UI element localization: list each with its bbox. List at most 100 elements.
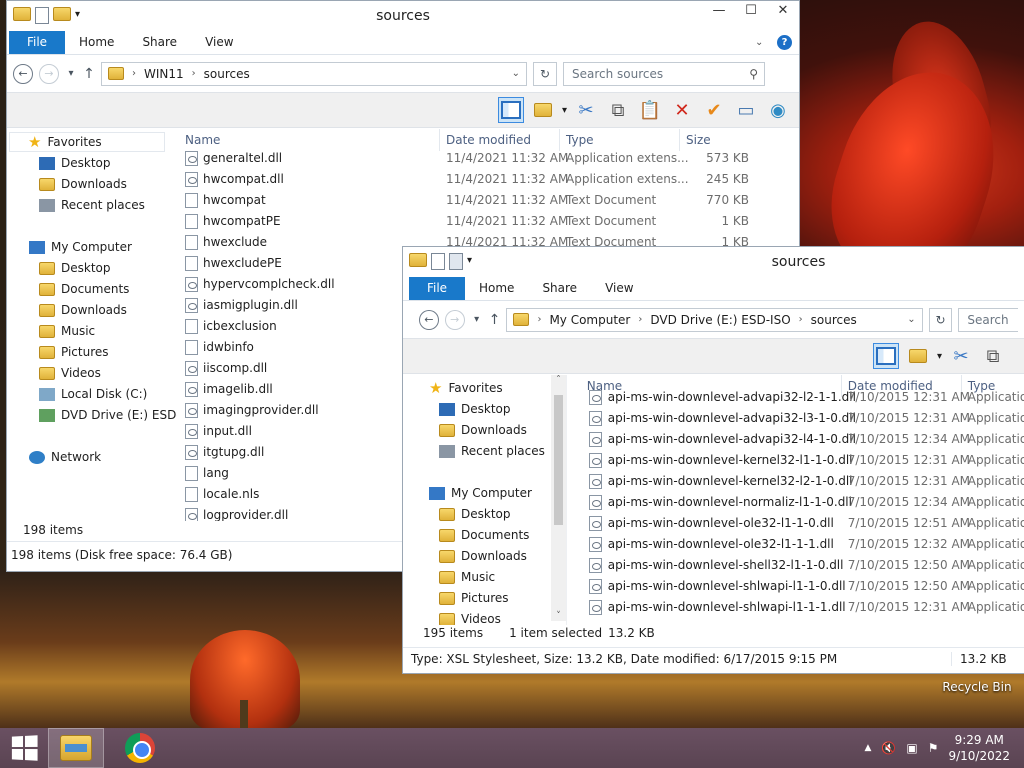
nav-downloads-2[interactable]: Downloads bbox=[439, 546, 527, 566]
preview-pane-button[interactable] bbox=[873, 343, 899, 369]
nav-my-computer[interactable]: My Computer bbox=[429, 483, 532, 503]
back-button[interactable]: ← bbox=[419, 309, 439, 330]
start-button[interactable] bbox=[0, 728, 48, 768]
nav-network[interactable]: Network bbox=[29, 447, 101, 467]
copy-icon[interactable]: ⧉ bbox=[605, 97, 631, 123]
nav-videos[interactable]: Videos bbox=[439, 609, 501, 625]
file-row[interactable]: api-ms-win-downlevel-ole32-l1-1-1.dll 7/1… bbox=[567, 534, 1024, 555]
breadcrumb-separator[interactable]: › bbox=[799, 314, 803, 325]
explorer-window-dvd[interactable]: ▾ sources File Home Share View ← → ▾ ↑ ›… bbox=[402, 246, 1024, 674]
back-button[interactable]: ← bbox=[13, 63, 33, 84]
tab-home[interactable]: Home bbox=[65, 31, 128, 54]
recent-locations-button[interactable]: ▾ bbox=[65, 68, 77, 79]
breadcrumb-my-computer[interactable]: My Computer bbox=[549, 313, 630, 327]
column-name[interactable]: Name bbox=[185, 133, 220, 147]
nav-downloads-2[interactable]: Downloads bbox=[39, 300, 127, 320]
tab-file[interactable]: File bbox=[9, 31, 65, 54]
checkmark-icon[interactable]: ✔ bbox=[701, 97, 727, 123]
rename-icon[interactable]: ▭ bbox=[733, 97, 759, 123]
new-folder-icon[interactable] bbox=[449, 253, 463, 270]
action-center-icon[interactable]: ⚑ bbox=[928, 741, 939, 755]
properties-icon[interactable] bbox=[431, 253, 445, 270]
move-to-button[interactable] bbox=[905, 343, 931, 369]
file-row[interactable]: hwcompat.dll 11/4/2021 11:32 AM Applicatio… bbox=[177, 169, 787, 190]
volume-muted-icon[interactable]: 🔇 bbox=[881, 741, 896, 755]
file-row[interactable]: api-ms-win-downlevel-ole32-l1-1-0.dll 7/1… bbox=[567, 513, 1024, 534]
nav-desktop[interactable]: Desktop bbox=[439, 399, 511, 419]
address-bar[interactable]: › My Computer › DVD Drive (E:) ESD-ISO ›… bbox=[506, 307, 923, 332]
preview-pane-button[interactable] bbox=[497, 97, 524, 123]
file-row[interactable]: api-ms-win-downlevel-shell32-l1-1-0.dll 7… bbox=[567, 555, 1024, 576]
nav-pictures[interactable]: Pictures bbox=[439, 588, 509, 608]
refresh-button[interactable]: ↻ bbox=[533, 61, 557, 86]
navigation-pane[interactable]: ★ Favorites Desktop Downloads Recent pla… bbox=[7, 129, 177, 539]
up-button[interactable]: ↑ bbox=[83, 66, 95, 82]
tab-view[interactable]: View bbox=[191, 31, 247, 54]
file-row[interactable]: api-ms-win-downlevel-kernel32-l2-1-0.dll… bbox=[567, 471, 1024, 492]
scroll-down-arrow[interactable]: ˅ bbox=[551, 611, 566, 621]
nav-local-disk[interactable]: Local Disk (C:) bbox=[39, 384, 147, 404]
chevron-down-icon[interactable]: ▾ bbox=[937, 351, 942, 362]
column-date-modified[interactable]: Date modified bbox=[446, 133, 531, 147]
nav-desktop-2[interactable]: Desktop bbox=[439, 504, 511, 524]
breadcrumb-sources[interactable]: sources bbox=[811, 313, 857, 327]
scrollbar-thumb[interactable] bbox=[554, 395, 563, 525]
nav-my-computer[interactable]: My Computer bbox=[29, 237, 132, 257]
cut-icon[interactable]: ✂ bbox=[948, 343, 974, 369]
nav-downloads[interactable]: Downloads bbox=[439, 420, 527, 440]
nav-scrollbar[interactable]: ˄ ˅ bbox=[551, 375, 566, 621]
minimize-button[interactable]: — bbox=[703, 1, 735, 23]
forward-button[interactable]: → bbox=[39, 63, 59, 84]
search-input[interactable]: Search sources ⚲ bbox=[563, 61, 765, 86]
file-row[interactable]: api-ms-win-downlevel-shlwapi-l1-1-1.dll 7… bbox=[567, 597, 1024, 618]
breadcrumb-separator[interactable]: › bbox=[192, 68, 196, 79]
file-row[interactable]: hwcompatPE 11/4/2021 11:32 AM Text Documen… bbox=[177, 211, 787, 232]
title-bar[interactable]: ▾ sources — ☐ ✕ bbox=[7, 1, 799, 31]
scroll-up-arrow[interactable]: ˄ bbox=[551, 375, 566, 385]
up-button[interactable]: ↑ bbox=[489, 312, 501, 328]
navigation-pane[interactable]: ★ Favorites Desktop Downloads Recent pla… bbox=[403, 375, 567, 625]
properties-icon[interactable]: ◉ bbox=[765, 97, 791, 123]
file-row[interactable]: hwcompat 11/4/2021 11:32 AM Text Document 7… bbox=[177, 190, 787, 211]
help-icon[interactable]: ? bbox=[777, 31, 799, 54]
chevron-down-icon[interactable]: ▾ bbox=[562, 105, 567, 116]
nav-music[interactable]: Music bbox=[39, 321, 95, 341]
nav-pictures[interactable]: Pictures bbox=[39, 342, 109, 362]
column-size[interactable]: Size bbox=[686, 133, 711, 147]
maximize-button[interactable]: ☐ bbox=[735, 1, 767, 23]
file-row[interactable]: api-ms-win-downlevel-shlwapi-l1-1-0.dll 7… bbox=[567, 576, 1024, 597]
move-to-button[interactable] bbox=[530, 97, 556, 123]
breadcrumb-separator[interactable]: › bbox=[638, 314, 642, 325]
recycle-bin[interactable]: Recycle Bin bbox=[940, 680, 1014, 694]
nav-documents[interactable]: Documents bbox=[439, 525, 529, 545]
delete-icon[interactable]: ✕ bbox=[669, 97, 695, 123]
chevron-down-icon[interactable]: ⌄ bbox=[512, 68, 520, 79]
taskbar-chrome[interactable] bbox=[112, 728, 168, 768]
nav-documents[interactable]: Documents bbox=[39, 279, 129, 299]
breadcrumb-sources[interactable]: sources bbox=[204, 67, 250, 81]
breadcrumb-separator[interactable]: › bbox=[537, 314, 541, 325]
chevron-down-icon[interactable]: ▾ bbox=[467, 253, 472, 270]
file-row[interactable]: generaltel.dll 11/4/2021 11:32 AM Applicat… bbox=[177, 148, 787, 169]
column-type[interactable]: Type bbox=[566, 133, 594, 147]
tab-file[interactable]: File bbox=[409, 277, 465, 300]
file-row[interactable]: api-ms-win-downlevel-kernel32-l1-1-0.dll… bbox=[567, 450, 1024, 471]
recent-locations-button[interactable]: ▾ bbox=[471, 314, 483, 325]
cut-icon[interactable]: ✂ bbox=[573, 97, 599, 123]
breadcrumb-win11[interactable]: WIN11 bbox=[144, 67, 184, 81]
tab-view[interactable]: View bbox=[591, 277, 647, 300]
nav-recent-places[interactable]: Recent places bbox=[39, 195, 145, 215]
nav-dvd-drive[interactable]: DVD Drive (E:) ESD-IS bbox=[39, 405, 177, 425]
nav-music[interactable]: Music bbox=[439, 567, 495, 587]
search-input[interactable]: Search bbox=[958, 307, 1018, 332]
file-row[interactable]: api-ms-win-downlevel-advapi32-l2-1-1.dll… bbox=[567, 387, 1024, 408]
tab-home[interactable]: Home bbox=[465, 277, 528, 300]
tab-share[interactable]: Share bbox=[128, 31, 191, 54]
tab-share[interactable]: Share bbox=[528, 277, 591, 300]
file-list[interactable]: ˄ Name Date modified Type api-ms-win-dow… bbox=[567, 375, 1024, 621]
title-bar[interactable]: ▾ sources bbox=[403, 247, 1024, 277]
close-button[interactable]: ✕ bbox=[767, 1, 799, 23]
chevron-down-icon[interactable]: ⌄ bbox=[907, 314, 915, 325]
nav-recent-places[interactable]: Recent places bbox=[439, 441, 545, 461]
show-hidden-icons-icon[interactable]: ▲ bbox=[864, 743, 871, 753]
